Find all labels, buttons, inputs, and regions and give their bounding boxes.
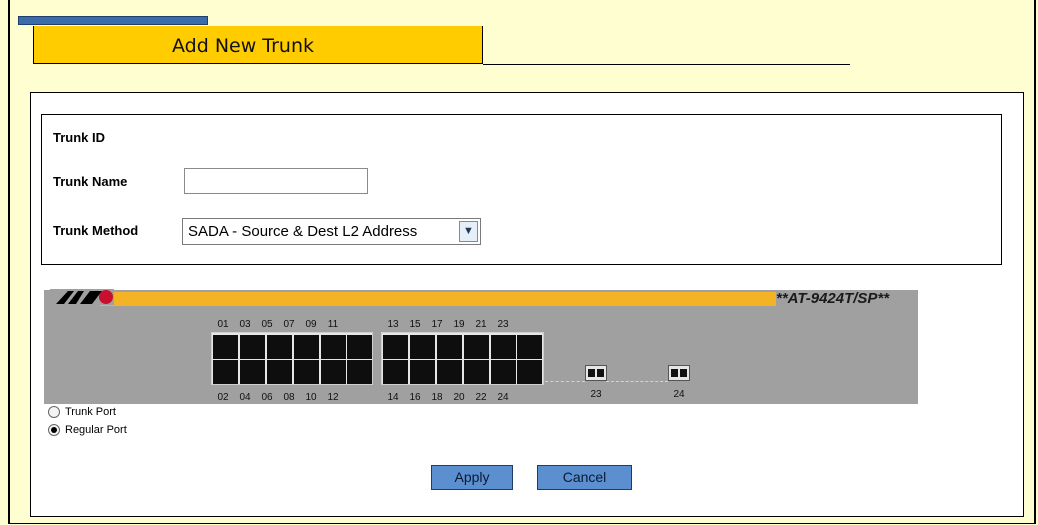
trunk-method-select[interactable]: SADA - Source & Dest L2 Address ▼ [182, 218, 481, 245]
port-20[interactable] [464, 360, 489, 384]
port-11[interactable] [347, 335, 372, 359]
port-number: 19 [453, 319, 465, 330]
sfp-port-23[interactable] [585, 365, 607, 381]
port-number: 24 [497, 392, 509, 403]
page-title: Add New Trunk [172, 35, 315, 57]
port-number: 01 [217, 319, 229, 330]
apply-button[interactable]: Apply [431, 465, 513, 490]
port-19[interactable] [464, 335, 489, 359]
port-number: 15 [409, 319, 421, 330]
port-13[interactable] [383, 335, 408, 359]
switch-top-band [100, 292, 776, 306]
regular-port-label: Regular Port [65, 424, 127, 436]
radio-icon[interactable] [48, 406, 60, 419]
title-accent-bar [18, 16, 208, 25]
port-number: 05 [261, 319, 273, 330]
port-number: 12 [327, 392, 339, 403]
port-15[interactable] [410, 335, 435, 359]
chevron-down-icon[interactable]: ▼ [459, 221, 478, 242]
port-21[interactable] [491, 335, 516, 359]
trunk-name-label: Trunk Name [53, 174, 128, 189]
trunk-port-label: Trunk Port [65, 406, 116, 418]
port-number: 18 [431, 392, 443, 403]
port-03[interactable] [240, 335, 265, 359]
port-number: 06 [261, 392, 273, 403]
port-number: 24 [673, 389, 685, 400]
port-number: 20 [453, 392, 465, 403]
port-10[interactable] [321, 360, 346, 384]
trunk-port-radio-row[interactable]: Trunk Port [48, 406, 116, 419]
cancel-button[interactable]: Cancel [537, 465, 632, 490]
trunk-id-label: Trunk ID [53, 130, 106, 145]
regular-port-radio-row[interactable]: Regular Port [48, 424, 127, 437]
port-17[interactable] [437, 335, 462, 359]
port-number: 08 [283, 392, 295, 403]
port-number: 23 [497, 319, 509, 330]
port-number: 17 [431, 319, 443, 330]
port-number: 03 [239, 319, 251, 330]
port-12[interactable] [347, 360, 372, 384]
port-number: 14 [387, 392, 399, 403]
port-06[interactable] [267, 360, 292, 384]
port-23[interactable] [517, 335, 542, 359]
vendor-logo-icon [50, 289, 114, 305]
port-number: 10 [305, 392, 317, 403]
title-underline [483, 64, 850, 65]
port-number: 21 [475, 319, 487, 330]
port-01[interactable] [213, 335, 238, 359]
port-number: 22 [475, 392, 487, 403]
port-number: 02 [217, 392, 229, 403]
port-number: 13 [387, 319, 399, 330]
switch-model: **AT-9424T/SP** [776, 290, 890, 307]
trunk-method-value: SADA - Source & Dest L2 Address [188, 223, 418, 240]
port-07[interactable] [294, 335, 319, 359]
connector-line [545, 381, 585, 382]
port-05[interactable] [267, 335, 292, 359]
port-16[interactable] [410, 360, 435, 384]
port-14[interactable] [383, 360, 408, 384]
port-18[interactable] [437, 360, 462, 384]
port-24[interactable] [517, 360, 542, 384]
port-04[interactable] [240, 360, 265, 384]
port-09[interactable] [321, 335, 346, 359]
connector-line [606, 381, 668, 382]
port-02[interactable] [213, 360, 238, 384]
port-22[interactable] [491, 360, 516, 384]
trunk-name-input[interactable] [184, 168, 368, 194]
port-number: 16 [409, 392, 421, 403]
port-number: 11 [327, 319, 339, 330]
trunk-method-label: Trunk Method [53, 223, 139, 238]
port-number: 09 [305, 319, 317, 330]
sfp-port-24[interactable] [668, 365, 690, 381]
radio-selected-icon[interactable] [48, 424, 60, 437]
port-08[interactable] [294, 360, 319, 384]
port-number: 23 [590, 389, 602, 400]
port-number: 07 [283, 319, 295, 330]
port-number: 04 [239, 392, 251, 403]
